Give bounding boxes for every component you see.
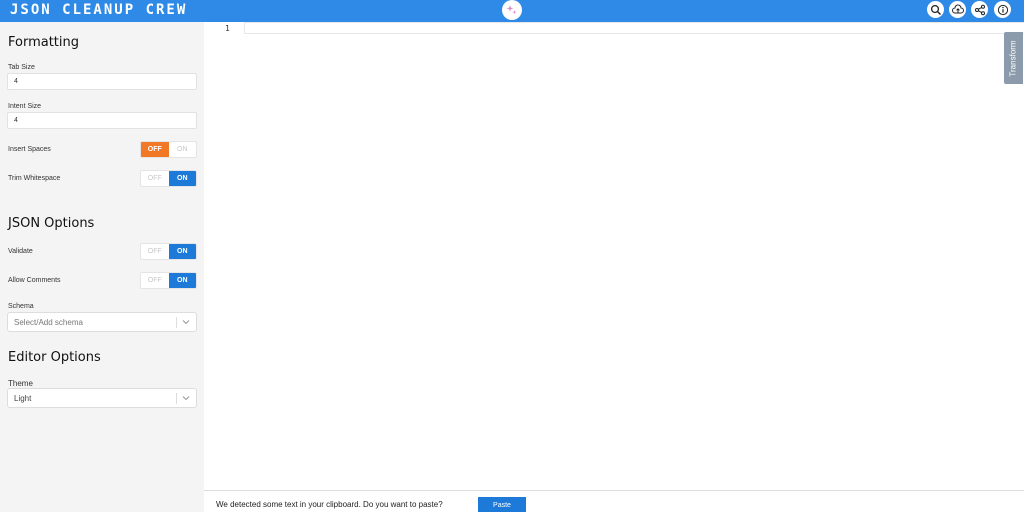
share-icon[interactable] xyxy=(971,1,988,18)
chevron-down-icon[interactable] xyxy=(181,393,191,403)
toggle-off-option[interactable]: OFF xyxy=(141,244,169,259)
intent-size-label: Intent Size xyxy=(8,103,42,110)
schema-select[interactable]: Select/Add schema xyxy=(7,312,197,332)
editor-options-heading: Editor Options xyxy=(8,350,101,365)
clipboard-message: We detected some text in your clipboard.… xyxy=(216,500,443,509)
transform-tab-label: Transform xyxy=(1009,39,1018,77)
sparkle-icon[interactable] xyxy=(502,0,522,20)
clipboard-prompt-bar: We detected some text in your clipboard.… xyxy=(204,490,1024,512)
toggle-off-option[interactable]: OFF xyxy=(141,273,169,288)
allow-comments-label: Allow Comments xyxy=(8,277,61,284)
search-icon[interactable] xyxy=(927,1,944,18)
select-divider xyxy=(176,317,177,328)
schema-label: Schema xyxy=(8,303,34,310)
trim-whitespace-label: Trim Whitespace xyxy=(8,175,61,182)
allow-comments-toggle[interactable]: OFF ON xyxy=(140,272,197,289)
validate-toggle[interactable]: OFF ON xyxy=(140,243,197,260)
app-brand: JSON CLEANUP CREW xyxy=(10,2,188,18)
toggle-on-option[interactable]: ON xyxy=(168,171,196,186)
toggle-on-option[interactable]: ON xyxy=(169,142,197,157)
toggle-off-option[interactable]: OFF xyxy=(141,142,169,157)
theme-select[interactable]: Light xyxy=(7,388,197,408)
formatting-heading: Formatting xyxy=(8,35,80,50)
app-header: JSON CLEANUP CREW xyxy=(0,0,1024,22)
options-sidebar: Formatting Tab Size 4 Intent Size 4 Inse… xyxy=(0,22,204,512)
current-line[interactable] xyxy=(244,22,1024,34)
toggle-on-option[interactable]: ON xyxy=(168,244,196,259)
validate-label: Validate xyxy=(8,248,33,255)
transform-tab[interactable]: Transform xyxy=(1004,32,1023,84)
theme-label: Theme xyxy=(8,379,33,388)
insert-spaces-toggle[interactable]: OFF ON xyxy=(140,141,197,158)
line-number: 1 xyxy=(225,24,230,33)
tab-size-input[interactable]: 4 xyxy=(7,73,197,90)
json-options-heading: JSON Options xyxy=(8,216,95,231)
theme-value: Light xyxy=(14,394,32,403)
upload-icon[interactable] xyxy=(949,1,966,18)
tab-size-label: Tab Size xyxy=(8,64,35,71)
intent-size-input[interactable]: 4 xyxy=(7,112,197,129)
toggle-off-option[interactable]: OFF xyxy=(141,171,169,186)
select-divider xyxy=(176,393,177,404)
trim-whitespace-toggle[interactable]: OFF ON xyxy=(140,170,197,187)
toggle-on-option[interactable]: ON xyxy=(168,273,196,288)
schema-placeholder: Select/Add schema xyxy=(14,318,83,327)
paste-button[interactable]: Paste xyxy=(478,497,526,512)
json-editor[interactable]: 1 xyxy=(204,22,1024,490)
insert-spaces-label: Insert Spaces xyxy=(8,146,51,153)
chevron-down-icon[interactable] xyxy=(181,317,191,327)
info-icon[interactable] xyxy=(994,1,1011,18)
